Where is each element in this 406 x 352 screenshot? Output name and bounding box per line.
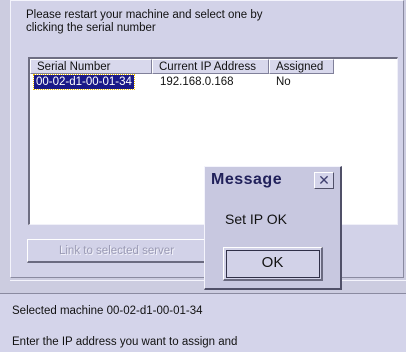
instruction-line-2: clicking the serial number [26, 22, 156, 34]
enter-ip-instruction: Enter the IP address you want to assign … [12, 336, 238, 348]
column-header-serial-number[interactable]: Serial Number [30, 59, 152, 74]
dialog-title-bar[interactable]: Message ✕ [205, 167, 340, 193]
assigned-cell: No [276, 76, 291, 88]
ip-address-cell: 192.168.0.168 [160, 76, 234, 88]
link-to-selected-server-button[interactable]: Link to selected server [27, 239, 207, 263]
message-dialog: Message ✕ Set IP OK OK [204, 166, 342, 290]
list-header: Serial Number Current IP Address Assigne… [30, 59, 397, 74]
close-icon[interactable]: ✕ [314, 172, 334, 189]
selected-machine-text: Selected machine 00-02-d1-00-01-34 [12, 305, 203, 317]
serial-number-cell[interactable]: 00-02-d1-00-01-34 [33, 74, 135, 90]
dialog-title: Message [211, 171, 283, 188]
column-header-assigned[interactable]: Assigned [269, 59, 334, 74]
column-header-current-ip[interactable]: Current IP Address [152, 59, 269, 74]
list-item[interactable]: 00-02-d1-00-01-34 192.168.0.168 No [30, 74, 397, 90]
instruction-line-1: Please restart your machine and select o… [26, 9, 263, 21]
ok-button[interactable]: OK [223, 247, 323, 281]
dialog-message: Set IP OK [225, 211, 287, 227]
instruction-text: Please restart your machine and select o… [26, 9, 296, 35]
